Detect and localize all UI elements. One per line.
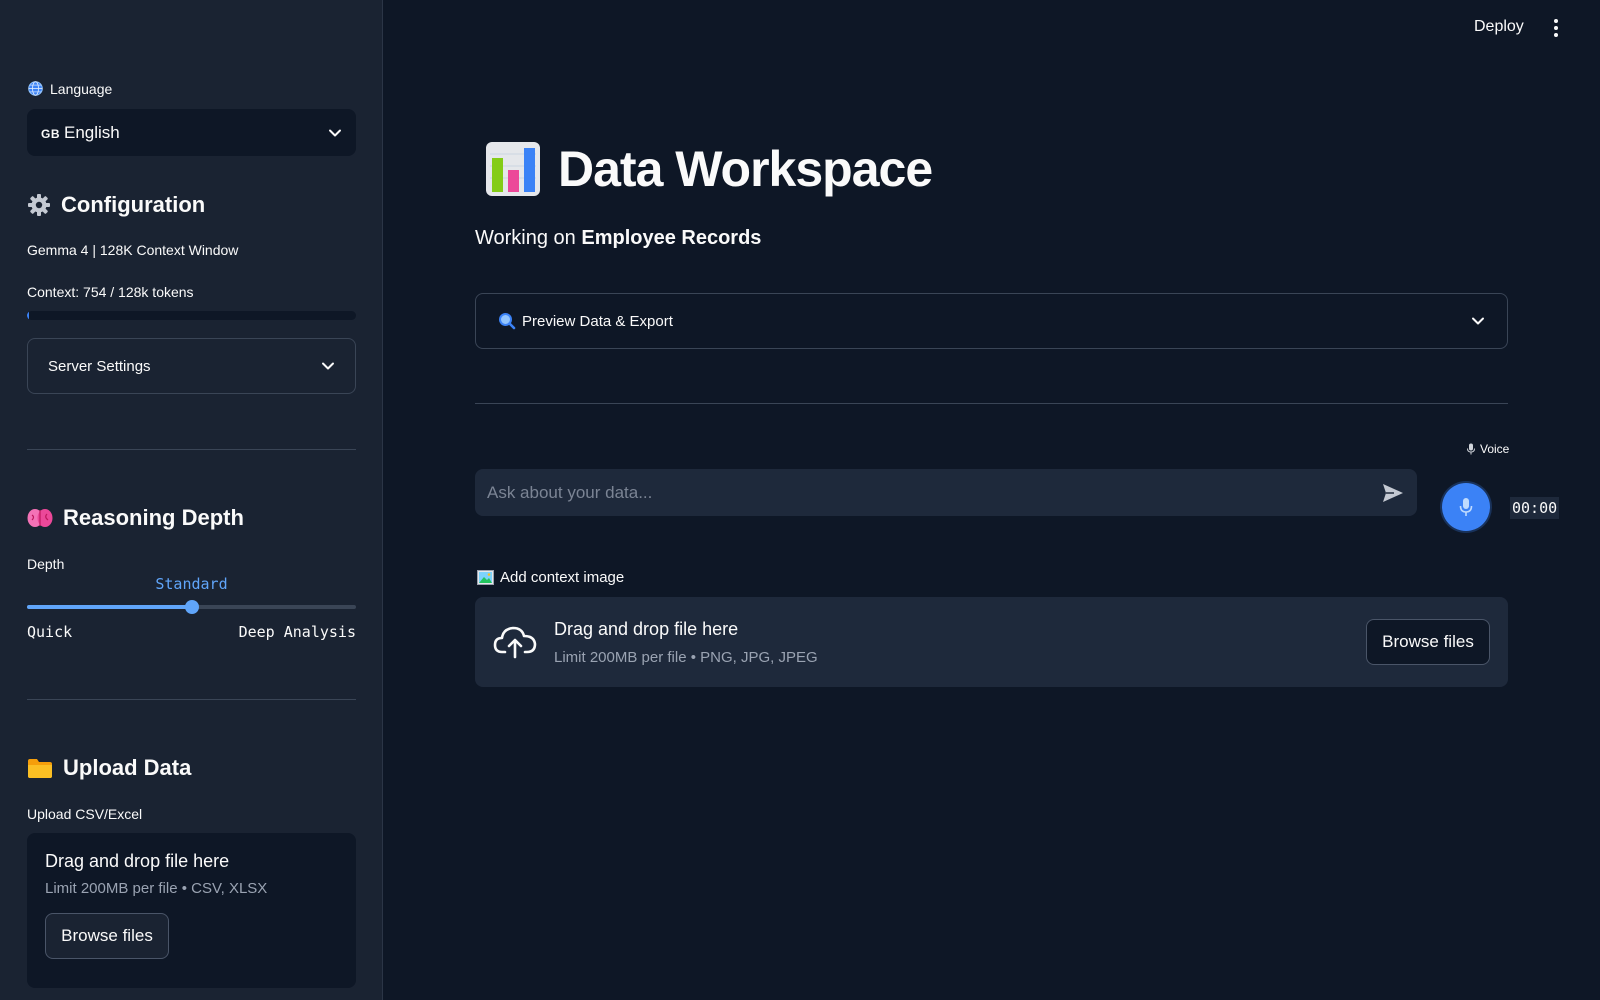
sidebar: Language GB English Configuration Gemma … xyxy=(0,0,383,1000)
context-progress-fill xyxy=(27,311,29,320)
dataset-name: Employee Records xyxy=(581,227,762,249)
preview-label: Preview Data & Export xyxy=(522,312,673,330)
configuration-heading: Configuration xyxy=(27,192,205,218)
reasoning-heading: Reasoning Depth xyxy=(27,505,244,531)
depth-slider[interactable]: Standard Quick Deep Analysis xyxy=(27,575,356,645)
microphone-icon xyxy=(1467,443,1475,455)
gb-flag-icon: GB xyxy=(41,126,60,141)
recording-timer: 00:00 xyxy=(1510,497,1560,519)
language-select-value: GB English xyxy=(41,123,120,143)
slider-value: Standard xyxy=(155,575,228,593)
language-label: Language xyxy=(27,80,112,97)
depth-label: Depth xyxy=(27,556,65,572)
more-vertical-icon[interactable] xyxy=(1548,17,1564,39)
bar-chart-icon xyxy=(486,142,540,196)
voice-label: Voice xyxy=(1466,442,1509,456)
slider-max-label: Deep Analysis xyxy=(238,623,356,641)
main-divider xyxy=(475,403,1508,404)
csv-dropzone[interactable]: Drag and drop file here Limit 200MB per … xyxy=(27,833,356,988)
context-image-label-text: Add context image xyxy=(500,569,625,586)
model-info: Gemma 4 | 128K Context Window xyxy=(27,242,239,258)
preview-data-expander[interactable]: Preview Data & Export xyxy=(475,293,1508,349)
browse-files-button[interactable]: Browse files xyxy=(45,913,169,959)
subtitle-prefix: Working on xyxy=(475,227,576,249)
deploy-button[interactable]: Deploy xyxy=(1474,18,1524,36)
folder-icon xyxy=(28,759,52,778)
context-usage-text: Context: 754 / 128k tokens xyxy=(27,284,194,300)
magnifier-icon xyxy=(499,313,516,330)
slider-min-label: Quick xyxy=(27,623,73,641)
chevron-down-icon xyxy=(322,362,334,370)
chevron-down-icon xyxy=(1472,317,1484,325)
image-dropzone[interactable]: Drag and drop file here Limit 200MB per … xyxy=(475,597,1508,687)
reasoning-title: Reasoning Depth xyxy=(63,505,244,530)
browse-files-button[interactable]: Browse files xyxy=(1366,619,1490,665)
brain-icon xyxy=(27,509,53,527)
send-icon[interactable] xyxy=(1381,481,1405,505)
upload-field-label: Upload CSV/Excel xyxy=(27,806,143,822)
server-settings-label: Server Settings xyxy=(48,357,151,375)
preview-label-wrap: Preview Data & Export xyxy=(498,312,673,330)
globe-icon xyxy=(28,81,43,96)
voice-record-button[interactable] xyxy=(1442,483,1490,531)
language-select[interactable]: GB English xyxy=(27,109,356,156)
server-settings-expander[interactable]: Server Settings xyxy=(27,338,356,394)
chat-input-box xyxy=(475,469,1417,516)
page-subtitle: Working on Employee Records xyxy=(475,227,761,250)
dropzone-title: Drag and drop file here xyxy=(554,619,739,639)
dropzone-limit: Limit 200MB per file • CSV, XLSX xyxy=(45,880,268,897)
chat-input[interactable] xyxy=(487,482,1381,503)
sidebar-divider xyxy=(27,699,356,700)
dropzone-limit: Limit 200MB per file • PNG, JPG, JPEG xyxy=(554,649,818,666)
context-image-label: Add context image xyxy=(477,569,624,586)
slider-track[interactable] xyxy=(27,600,356,614)
page-header: Data Workspace xyxy=(484,140,933,198)
microphone-icon xyxy=(1459,498,1473,516)
slider-thumb[interactable] xyxy=(184,600,199,614)
cloud-upload-icon xyxy=(493,626,537,659)
language-selected: English xyxy=(64,122,120,142)
upload-title: Upload Data xyxy=(63,755,192,780)
slider-fill xyxy=(27,605,192,609)
context-progress-bar xyxy=(27,311,356,320)
voice-label-text: Voice xyxy=(1480,442,1510,456)
chevron-down-icon xyxy=(329,129,341,136)
sidebar-divider xyxy=(27,449,356,450)
framed-picture-icon xyxy=(477,570,494,585)
upload-heading: Upload Data xyxy=(27,755,191,781)
dropzone-title: Drag and drop file here xyxy=(45,851,230,871)
gear-icon xyxy=(28,194,50,216)
configuration-title: Configuration xyxy=(61,192,206,217)
page-title: Data Workspace xyxy=(558,141,933,197)
language-label-text: Language xyxy=(50,80,113,97)
